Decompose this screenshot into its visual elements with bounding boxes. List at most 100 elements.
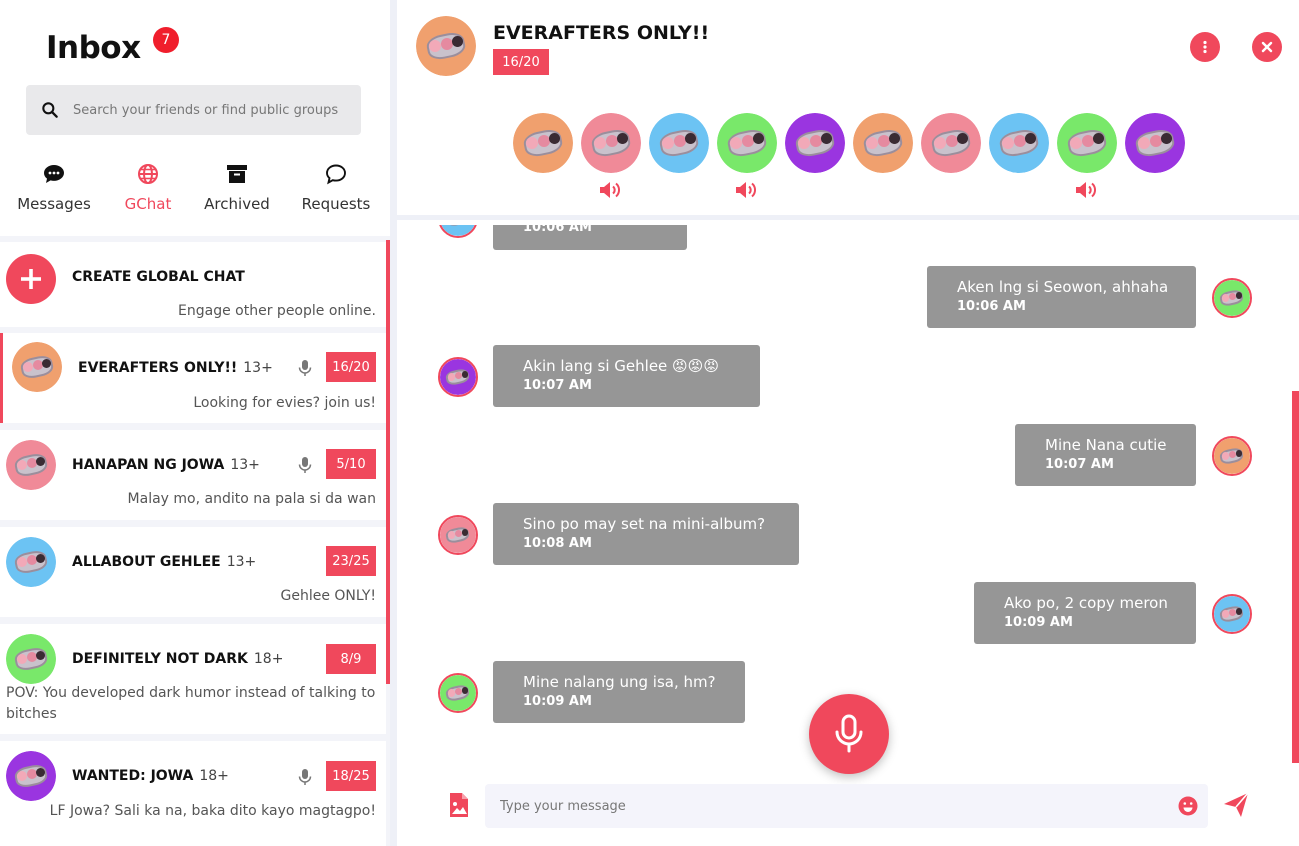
age-rating: 18+ [253, 651, 284, 667]
age-rating: 18+ [199, 768, 229, 784]
age-rating: 13+ [226, 554, 257, 570]
member-avatar[interactable] [513, 113, 573, 173]
chat-description: Gehlee ONLY! [280, 588, 377, 604]
chat-name: WANTED: JOWA [72, 768, 194, 784]
member-avatar[interactable] [717, 113, 777, 173]
sender-avatar [438, 225, 478, 238]
message-text: Mine nalang ung isa, hm? [523, 673, 716, 691]
member-avatar[interactable] [989, 113, 1049, 173]
send-icon[interactable] [1223, 792, 1249, 818]
message-text: Akin lang si Gehlee 😡😡😡 [523, 357, 719, 375]
tab-requests[interactable]: Requests [298, 162, 374, 213]
message-bubble: Akin lang si Gehlee 😡😡😡 10:07 AM [493, 345, 760, 407]
tab-archived[interactable]: Archived [198, 162, 276, 213]
chat-name: ALLABOUT GEHLEE [72, 554, 221, 570]
message-input[interactable] [500, 784, 1160, 828]
chat-title: DEFINITELY NOT DARK 18+ [72, 651, 283, 667]
group-avatar [12, 342, 62, 392]
more-options-button[interactable] [1190, 32, 1220, 62]
chat-name: EVERAFTERS ONLY!! [78, 360, 238, 376]
voice-mic-icon [298, 360, 312, 376]
chat-name: HANAPAN NG JOWA [72, 457, 225, 473]
sender-avatar [438, 515, 478, 555]
tab-messages-label: Messages [17, 195, 91, 213]
chat-description: Looking for evies? join us! [193, 395, 376, 411]
sidebar-header: Inbox 7 Messages [0, 0, 390, 236]
sender-avatar [1212, 594, 1252, 634]
image-attach-icon[interactable] [449, 792, 469, 818]
message-text: Aken lng si Seowon, ahhaha [957, 278, 1169, 296]
chat-list-item[interactable]: WANTED: JOWA 18+ 18/25 LF Jowa? Sali ka n… [0, 741, 386, 846]
chat-header: EVERAFTERS ONLY!! 16/20 [397, 0, 1299, 220]
emoji-icon[interactable] [1178, 796, 1198, 816]
member-avatar[interactable] [853, 113, 913, 173]
chat-list-item[interactable]: ALLABOUT GEHLEE 13+ 23/25 Gehlee ONLY! [0, 527, 386, 617]
message-bubble: Ako po, 2 copy meron 10:09 AM [974, 582, 1196, 644]
speaker-icon [736, 182, 756, 198]
tab-gchat[interactable]: GChat [116, 162, 180, 213]
member-count-badge: 16/20 [326, 352, 376, 382]
message-text: Ako po, 2 copy meron [1004, 594, 1168, 612]
create-chat-subtitle: Engage other people online. [178, 303, 376, 319]
chat-list-item[interactable]: HANAPAN NG JOWA 13+ 5/10 Malay mo, andito… [0, 430, 386, 520]
member-avatar[interactable] [1057, 113, 1117, 173]
voice-record-button[interactable] [809, 694, 889, 774]
chat-description: POV: You developed dark humor instead of… [6, 685, 376, 722]
member-count-badge: 8/9 [326, 644, 376, 674]
search-bar [26, 85, 361, 135]
chat-title: ALLABOUT GEHLEE 13+ [72, 554, 256, 570]
archive-box-icon [227, 165, 247, 183]
member-avatar[interactable] [921, 113, 981, 173]
chat-scrollbar[interactable] [1292, 391, 1299, 763]
chat-panel: EVERAFTERS ONLY!! 16/20 10:06 AM Aken ln… [397, 0, 1299, 846]
speaker-icon [600, 182, 620, 198]
member-avatar[interactable] [581, 113, 641, 173]
chat-bubble-outline-icon [326, 164, 346, 185]
tab-gchat-label: GChat [124, 195, 172, 213]
chat-title: WANTED: JOWA 18+ [72, 768, 229, 784]
member-avatar[interactable] [785, 113, 845, 173]
tab-requests-label: Requests [301, 195, 371, 213]
chat-bubble-dots-icon [44, 165, 64, 183]
chat-list-item[interactable]: EVERAFTERS ONLY!! 13+ 16/20 Looking for e… [0, 333, 386, 423]
message-time: 10:06 AM [957, 299, 1026, 314]
member-avatar[interactable] [649, 113, 709, 173]
message-list: 10:06 AM Aken lng si Seowon, ahhaha 10:0… [397, 225, 1299, 770]
chat-title: EVERAFTERS ONLY!! 13+ [78, 360, 273, 376]
sidebar-scrollbar[interactable] [386, 240, 390, 684]
app: Inbox 7 Messages [0, 0, 1299, 846]
inbox-title: Inbox [46, 30, 141, 66]
member-avatar[interactable] [1125, 113, 1185, 173]
close-icon [1261, 41, 1273, 53]
group-avatar [6, 751, 56, 801]
create-global-chat-card[interactable]: CREATE GLOBAL CHAT Engage other people o… [0, 242, 386, 327]
message-time: 10:09 AM [1004, 615, 1073, 630]
voice-mic-icon [298, 769, 312, 785]
group-avatar [6, 634, 56, 684]
chat-list-item[interactable]: DEFINITELY NOT DARK 18+ 8/9 POV: You deve… [0, 624, 386, 734]
group-avatar [6, 537, 56, 587]
member-count-badge: 16/20 [493, 49, 549, 75]
globe-icon [138, 164, 158, 184]
message-bubble: Aken lng si Seowon, ahhaha 10:06 AM [927, 266, 1196, 328]
close-chat-button[interactable] [1252, 32, 1282, 62]
sidebar: Inbox 7 Messages [0, 0, 390, 846]
message-text: Sino po may set na mini-album? [523, 515, 766, 533]
message-bubble: Sino po may set na mini-album? 10:08 AM [493, 503, 799, 565]
chat-name: DEFINITELY NOT DARK [72, 651, 248, 667]
group-avatar [416, 16, 476, 76]
sender-avatar [438, 357, 478, 397]
chat-description: LF Jowa? Sali ka na, baka dito kayo magt… [49, 803, 376, 819]
tab-messages[interactable]: Messages [14, 162, 94, 213]
message-bubble: 10:06 AM [493, 225, 687, 250]
tab-archived-label: Archived [204, 195, 270, 213]
search-input[interactable] [73, 85, 353, 135]
message-time: 10:07 AM [1045, 457, 1114, 472]
message-time: 10:06 AM [523, 225, 592, 235]
sender-avatar [438, 673, 478, 713]
create-chat-button[interactable] [6, 254, 56, 304]
message-time: 10:07 AM [523, 378, 592, 393]
message-time: 10:08 AM [523, 536, 592, 551]
microphone-icon [835, 714, 863, 753]
chat-title: EVERAFTERS ONLY!! [493, 22, 710, 44]
